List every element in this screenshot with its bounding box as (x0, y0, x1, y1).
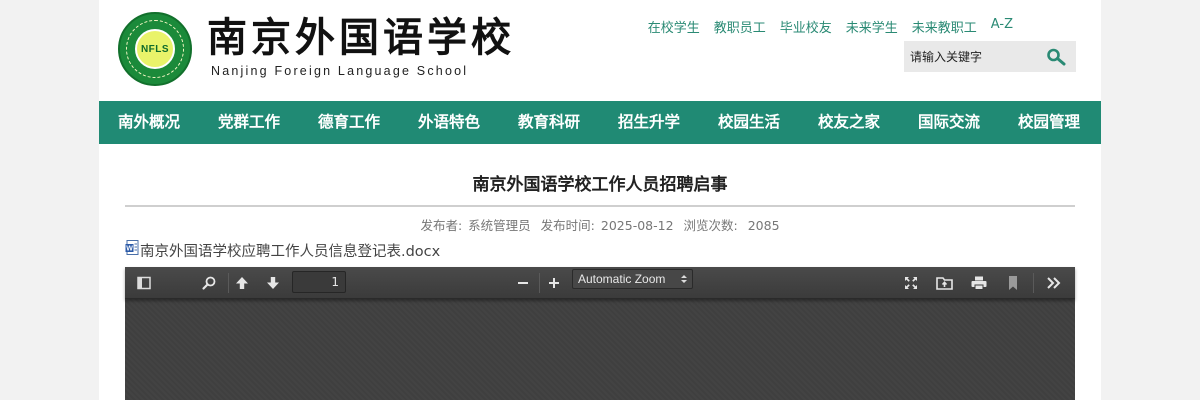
search-icon (1047, 48, 1066, 65)
main-nav: 南外概况 党群工作 德育工作 外语特色 教育科研 招生升学 校园生活 校友之家 … (99, 101, 1101, 144)
attachment-link[interactable]: W 南京外国语学校应聘工作人员信息登记表.docx (125, 239, 441, 261)
find-button[interactable] (198, 272, 220, 294)
nav-item-moral-education[interactable]: 德育工作 (299, 101, 399, 144)
pdf-toolbar: Automatic Zoom (125, 267, 1075, 299)
nav-item-research[interactable]: 教育科研 (499, 101, 599, 144)
nav-item-campus-life[interactable]: 校园生活 (699, 101, 799, 144)
views-value: 2085 (747, 218, 780, 233)
word-doc-icon: W (125, 239, 139, 255)
publisher-value: 系统管理员 (468, 218, 531, 233)
zoom-select[interactable]: Automatic Zoom (572, 269, 693, 289)
site-header: NFLS 南京外国语学校 Nanjing Foreign Language Sc… (99, 0, 1101, 101)
views-label: 浏览次数: (683, 218, 738, 233)
toolbar-separator (539, 273, 540, 293)
open-file-icon (936, 277, 953, 290)
article-meta: 发布者: 系统管理员 发布时间: 2025-08-12 浏览次数: 2085 (125, 215, 1075, 234)
previous-page-icon (236, 277, 248, 289)
seal-core: NFLS (135, 29, 175, 69)
print-icon (971, 276, 987, 290)
link-future-students[interactable]: 未来学生 (846, 17, 898, 36)
nav-item-alumni[interactable]: 校友之家 (799, 101, 899, 144)
publisher-label: 发布者: (420, 218, 463, 233)
sidebar-toggle-icon (137, 276, 151, 290)
presentation-mode-button[interactable] (900, 272, 922, 294)
time-value: 2025-08-12 (600, 218, 674, 233)
school-seal-logo[interactable]: NFLS (118, 12, 192, 86)
nav-item-party[interactable]: 党群工作 (199, 101, 299, 144)
zoom-out-icon (518, 282, 528, 284)
bookmark-icon (1009, 276, 1017, 290)
open-file-button[interactable] (934, 272, 956, 294)
nav-item-overview[interactable]: 南外概况 (99, 101, 199, 144)
school-name-cn[interactable]: 南京外国语学校 (207, 14, 515, 62)
find-icon (202, 276, 216, 290)
toolbar-separator (1033, 273, 1034, 293)
link-staff[interactable]: 教职员工 (714, 17, 766, 36)
nav-item-language-features[interactable]: 外语特色 (399, 101, 499, 144)
time-label: 发布时间: (540, 218, 595, 233)
article-title: 南京外国语学校工作人员招聘启事 (472, 175, 728, 195)
search-button[interactable] (1039, 41, 1073, 72)
bookmark-button[interactable] (1002, 272, 1024, 294)
nav-item-international[interactable]: 国际交流 (899, 101, 999, 144)
search-box (904, 41, 1076, 72)
pdf-viewer[interactable]: Automatic Zoom (125, 267, 1075, 400)
attachment-name: 南京外国语学校应聘工作人员信息登记表.docx (140, 244, 441, 260)
seal-text: NFLS (140, 43, 170, 55)
next-page-button[interactable] (262, 272, 284, 294)
zoom-value: Automatic Zoom (578, 272, 666, 286)
nav-item-admissions[interactable]: 招生升学 (599, 101, 699, 144)
quick-links: 在校学生 教职员工 毕业校友 未来学生 未来教职工 A-Z (648, 17, 1013, 36)
zoom-in-button[interactable] (543, 272, 565, 294)
nav-item-management[interactable]: 校园管理 (999, 101, 1099, 144)
title-divider (125, 205, 1075, 207)
print-button[interactable] (968, 272, 990, 294)
presentation-mode-icon (905, 277, 917, 289)
sidebar-toggle-button[interactable] (133, 272, 155, 294)
link-current-students[interactable]: 在校学生 (648, 17, 700, 36)
link-a-z[interactable]: A-Z (991, 17, 1013, 36)
svg-text:W: W (126, 245, 133, 252)
link-future-staff[interactable]: 未来教职工 (912, 17, 977, 36)
chevron-updown-icon (681, 275, 687, 283)
school-name-en: Nanjing Foreign Language School (211, 64, 469, 78)
link-alumni[interactable]: 毕业校友 (780, 17, 832, 36)
toolbar-separator (228, 273, 229, 293)
zoom-out-button[interactable] (512, 272, 534, 294)
page-number-input[interactable] (292, 271, 346, 293)
tools-icon (1047, 277, 1061, 289)
next-page-icon (267, 277, 279, 289)
search-input[interactable] (904, 41, 1039, 72)
tools-button[interactable] (1043, 272, 1065, 294)
zoom-in-icon (549, 278, 559, 288)
previous-page-button[interactable] (231, 272, 253, 294)
page: NFLS 南京外国语学校 Nanjing Foreign Language Sc… (99, 0, 1101, 400)
